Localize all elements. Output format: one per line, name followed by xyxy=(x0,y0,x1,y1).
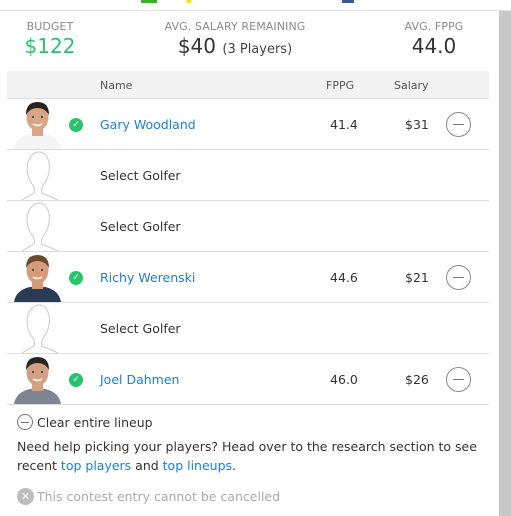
select-golfer-button[interactable]: Select Golfer xyxy=(100,219,181,234)
player-name-link[interactable]: Richy Werenski xyxy=(100,270,195,285)
player-photo xyxy=(12,252,63,302)
table-body: ✓ Gary Woodland 41.4 $31 Select Golfer Select… xyxy=(7,99,489,405)
column-header-name: Name xyxy=(100,79,133,92)
top-players-link[interactable]: top players xyxy=(61,458,131,473)
placeholder-avatar-icon xyxy=(12,150,63,200)
remove-player-button[interactable] xyxy=(446,265,471,290)
player-photo xyxy=(12,354,63,404)
table-header: Name FPPG Salary xyxy=(7,71,489,99)
clear-lineup-button[interactable]: Clear entire lineup xyxy=(17,414,487,430)
placeholder-avatar-icon xyxy=(12,303,63,353)
select-golfer-button[interactable]: Select Golfer xyxy=(100,168,181,183)
player-row[interactable]: ✓ Gary Woodland 41.4 $31 xyxy=(7,99,489,150)
tab-indicator-blue xyxy=(342,0,354,3)
cancel-notice-text: This contest entry cannot be cancelled xyxy=(37,489,281,504)
column-header-salary: Salary xyxy=(394,79,429,92)
player-name-link[interactable]: Joel Dahmen xyxy=(100,372,179,387)
avg-salary-label: AVG. SALARY REMAINING xyxy=(164,20,306,33)
avg-fppg-stat: AVG. FPPG 44.0 xyxy=(396,20,472,58)
players-remaining: (3 Players) xyxy=(222,42,293,57)
top-lineups-link[interactable]: top lineups xyxy=(163,458,232,473)
budget-stat: BUDGET $122 xyxy=(18,20,82,58)
empty-slot-row[interactable]: Select Golfer xyxy=(7,201,489,252)
avg-salary-value: $40 xyxy=(177,34,217,58)
avg-salary-value-wrap: $40 (3 Players) xyxy=(160,34,310,58)
avg-fppg-value: 44.0 xyxy=(411,34,457,58)
cancel-notice: ✕ This contest entry cannot be cancelled xyxy=(17,488,487,505)
player-salary: $31 xyxy=(405,117,429,132)
avg-fppg-label: AVG. FPPG xyxy=(404,20,464,33)
check-circle-icon: ✓ xyxy=(69,118,83,132)
empty-slot-row[interactable]: Select Golfer xyxy=(7,303,489,354)
budget-value: $122 xyxy=(24,34,76,58)
player-fppg: 41.4 xyxy=(330,117,358,132)
player-row[interactable]: ✓ Richy Werenski 44.6 $21 xyxy=(7,252,489,303)
player-fppg: 46.0 xyxy=(330,372,358,387)
lineup-table: Name FPPG Salary ✓ Gary Woodland 41.4 $31 Se… xyxy=(7,71,489,405)
check-circle-icon: ✓ xyxy=(69,373,83,387)
column-header-fppg: FPPG xyxy=(326,79,355,92)
player-salary: $21 xyxy=(405,270,429,285)
player-photo xyxy=(12,99,63,149)
scrollbar[interactable] xyxy=(499,11,511,516)
remove-player-button[interactable] xyxy=(446,367,471,392)
player-salary: $26 xyxy=(405,372,429,387)
select-golfer-button[interactable]: Select Golfer xyxy=(100,321,181,336)
remove-player-button[interactable] xyxy=(446,112,471,137)
placeholder-avatar-icon xyxy=(12,201,63,251)
player-row[interactable]: ✓ Joel Dahmen 46.0 $26 xyxy=(7,354,489,405)
top-strip xyxy=(0,0,511,11)
lineup-summary: BUDGET $122 AVG. SALARY REMAINING $40 (3… xyxy=(0,12,499,70)
help-text: Need help picking your players? Head ove… xyxy=(17,437,487,475)
minus-circle-icon xyxy=(17,414,33,430)
player-name-link[interactable]: Gary Woodland xyxy=(100,117,196,132)
avg-salary-stat: AVG. SALARY REMAINING $40 (3 Players) xyxy=(160,20,310,58)
check-circle-icon: ✓ xyxy=(69,271,83,285)
empty-slot-row[interactable]: Select Golfer xyxy=(7,150,489,201)
lineup-footer: Clear entire lineup Need help picking yo… xyxy=(17,414,487,505)
budget-label: BUDGET xyxy=(26,20,74,33)
x-circle-icon: ✕ xyxy=(17,488,34,505)
help-text-part: . xyxy=(232,458,237,473)
help-text-part: and xyxy=(131,458,163,473)
player-fppg: 44.6 xyxy=(330,270,358,285)
tab-indicator-green xyxy=(141,0,157,3)
clear-lineup-label: Clear entire lineup xyxy=(37,414,153,430)
tab-indicator-yellow xyxy=(187,0,191,3)
